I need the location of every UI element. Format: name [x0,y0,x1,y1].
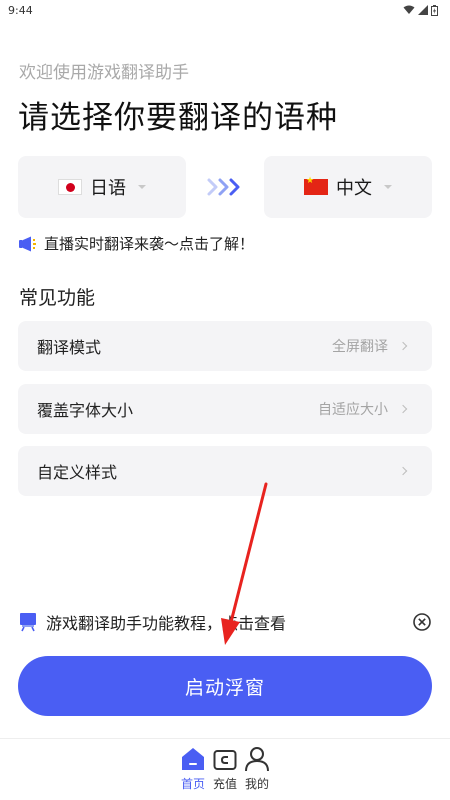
custom-style-row[interactable]: 自定义样式 [18,446,432,496]
live-translation-banner[interactable]: 直播实时翻译来袭～点击了解！ [18,233,254,254]
nav-label-home: 首页 [180,777,205,791]
source-language-select[interactable]: 日语 [18,156,186,218]
source-language-label: 日语 [90,178,126,199]
status-icons [403,4,438,16]
home-icon [182,748,204,770]
start-floating-window-button[interactable]: 启动浮窗 [18,656,432,716]
chevron-right-icon [398,466,408,476]
row-value: 自适应大小 [318,402,388,418]
megaphone-icon [19,236,36,251]
translation-mode-row[interactable]: 翻译模式 全屏翻译 [18,321,432,371]
section-title-features: 常见功能 [19,287,96,309]
status-bar: 9:44 [0,0,450,20]
caret-down-icon [138,185,146,189]
wallet-icon [213,750,237,770]
chevron-right-icon [398,341,408,351]
page-title: 请选择你要翻译的语种 [18,100,338,136]
target-language-label: 中文 [336,178,372,199]
row-value: 全屏翻译 [332,339,388,355]
japan-flag-icon [58,179,82,195]
user-icon [245,747,269,772]
tutorial-bar[interactable]: 游戏翻译助手功能教程，点击查看 [18,608,432,636]
overlay-font-size-row[interactable]: 覆盖字体大小 自适应大小 [18,384,432,434]
row-label: 自定义样式 [37,463,118,482]
status-time: 9:44 [8,3,33,17]
welcome-text: 欢迎使用游戏翻译助手 [19,63,189,83]
presentation-icon [20,613,36,632]
close-icon[interactable] [412,612,432,632]
start-button-label: 启动浮窗 [184,676,265,699]
arrows-right-icon [207,178,240,196]
banner-text: 直播实时翻译来袭～点击了解！ [44,235,255,253]
row-label: 覆盖字体大小 [37,401,134,420]
nav-label-recharge: 充值 [212,777,237,791]
caret-down-icon [384,185,392,189]
bottom-nav: 首页 充值 我的 [0,746,450,800]
china-flag-icon [304,176,328,195]
target-language-select[interactable]: 中文 [264,156,432,218]
nav-divider [0,738,450,739]
nav-item-recharge[interactable]: 充值 [212,746,238,800]
nav-label-profile: 我的 [244,777,269,791]
signal-icon [418,5,428,15]
chevron-right-icon [398,404,408,414]
battery-icon [431,4,438,16]
nav-item-home[interactable]: 首页 [180,746,206,800]
row-label: 翻译模式 [37,338,102,357]
wifi-icon [403,5,415,14]
nav-item-profile[interactable]: 我的 [244,746,270,800]
tutorial-text: 游戏翻译助手功能教程，点击查看 [46,614,287,633]
